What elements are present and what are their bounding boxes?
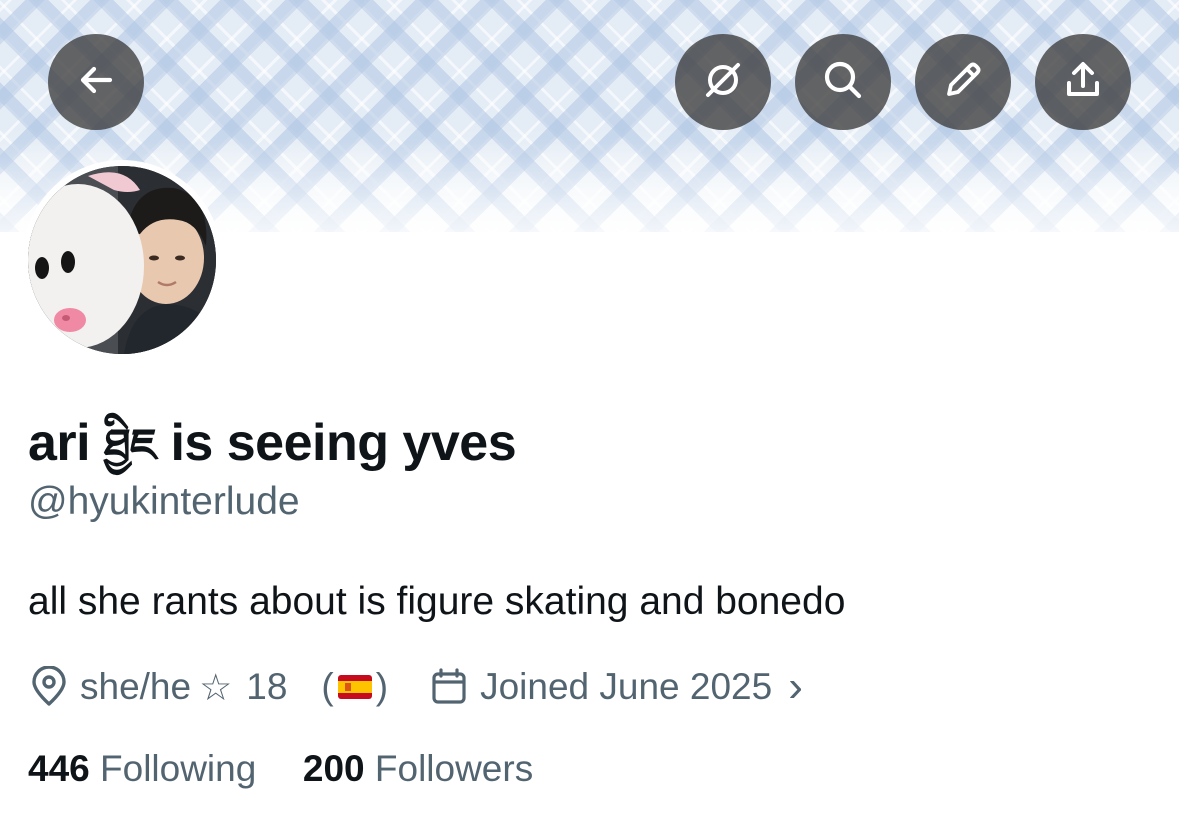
chevron-right-icon[interactable]: › xyxy=(788,665,803,709)
bio: all she rants about is figure skating an… xyxy=(28,580,846,623)
spain-flag-icon xyxy=(337,675,372,699)
location-pin-icon xyxy=(28,666,70,708)
flag-paren-close: ) xyxy=(375,666,389,707)
following-label: Following xyxy=(100,748,257,789)
age-text: 18 xyxy=(246,666,288,707)
arrow-left-icon xyxy=(72,56,120,109)
grok-button[interactable] xyxy=(675,34,771,130)
share-button[interactable] xyxy=(1035,34,1131,130)
following-link[interactable]: 446 Following xyxy=(28,748,256,789)
followers-count: 200 xyxy=(302,748,365,789)
grok-icon xyxy=(699,56,747,109)
location-text: she/he xyxy=(80,666,192,707)
joined-date: Joined June 2025 xyxy=(480,666,773,707)
flag-paren-open: ( xyxy=(321,666,334,707)
share-icon xyxy=(1059,56,1107,109)
search-icon xyxy=(819,56,867,109)
calendar-icon xyxy=(428,666,470,708)
back-button[interactable] xyxy=(48,34,144,130)
avatar[interactable] xyxy=(22,160,222,360)
following-count: 446 xyxy=(28,748,90,789)
profile-meta-row: she/he ☆ 18 ( ) Joined June 2025 › xyxy=(28,664,803,710)
avatar-photo xyxy=(28,166,216,354)
follow-stats: 446 Following 200 Followers xyxy=(28,748,533,790)
edit-icon xyxy=(939,56,987,109)
edit-profile-button[interactable] xyxy=(915,34,1011,130)
followers-link[interactable]: 200 Followers xyxy=(303,748,533,789)
display-name-suffix: is seeing yves xyxy=(170,414,517,472)
followers-label: Followers xyxy=(374,748,534,789)
username-handle: @hyukinterlude xyxy=(28,480,300,523)
search-button[interactable] xyxy=(795,34,891,130)
display-name-prefix: ari xyxy=(28,414,91,472)
display-name-symbol: ཐྱིཇ xyxy=(104,420,157,471)
star-symbol: ☆ xyxy=(199,665,233,709)
